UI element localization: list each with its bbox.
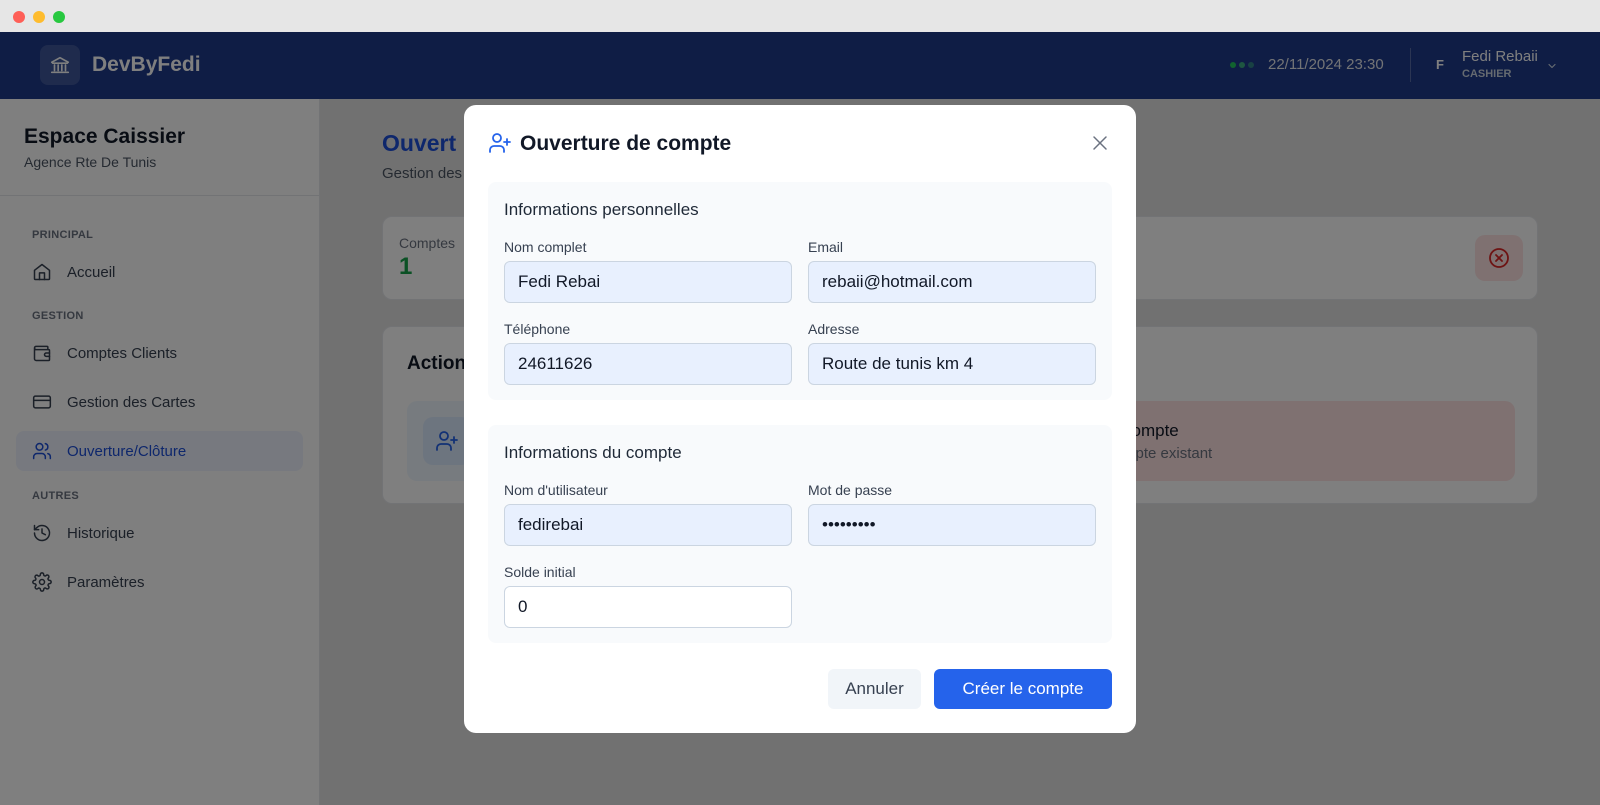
username-label: Nom d'utilisateur <box>504 482 608 498</box>
window-titlebar <box>0 0 1600 32</box>
initial-balance-label: Solde initial <box>504 564 576 580</box>
window-maximize-button[interactable] <box>53 11 65 23</box>
account-info-section: Informations du compte Nom d'utilisateur… <box>488 425 1112 643</box>
password-label: Mot de passe <box>808 482 893 498</box>
email-label: Email <box>808 239 844 255</box>
password-input[interactable] <box>808 504 1096 546</box>
username-input[interactable] <box>504 504 792 546</box>
address-label: Adresse <box>808 321 860 337</box>
section-title: Informations du compte <box>504 443 682 462</box>
window-close-button[interactable] <box>13 11 25 23</box>
phone-label: Téléphone <box>504 321 571 337</box>
user-plus-icon <box>488 131 512 160</box>
fullname-input[interactable] <box>504 261 792 303</box>
fullname-label: Nom complet <box>504 239 587 255</box>
initial-balance-input[interactable] <box>504 586 792 628</box>
create-account-button[interactable]: Créer le compte <box>934 669 1112 709</box>
personal-info-section: Informations personnelles Nom complet Em… <box>488 182 1112 400</box>
open-account-modal: Ouverture de compte Informations personn… <box>464 105 1136 733</box>
section-title: Informations personnelles <box>504 200 699 219</box>
phone-input[interactable] <box>504 343 792 385</box>
window-minimize-button[interactable] <box>33 11 45 23</box>
email-input[interactable] <box>808 261 1096 303</box>
modal-title: Ouverture de compte <box>520 132 732 155</box>
close-icon[interactable] <box>1088 131 1112 155</box>
cancel-button[interactable]: Annuler <box>828 669 921 709</box>
address-input[interactable] <box>808 343 1096 385</box>
